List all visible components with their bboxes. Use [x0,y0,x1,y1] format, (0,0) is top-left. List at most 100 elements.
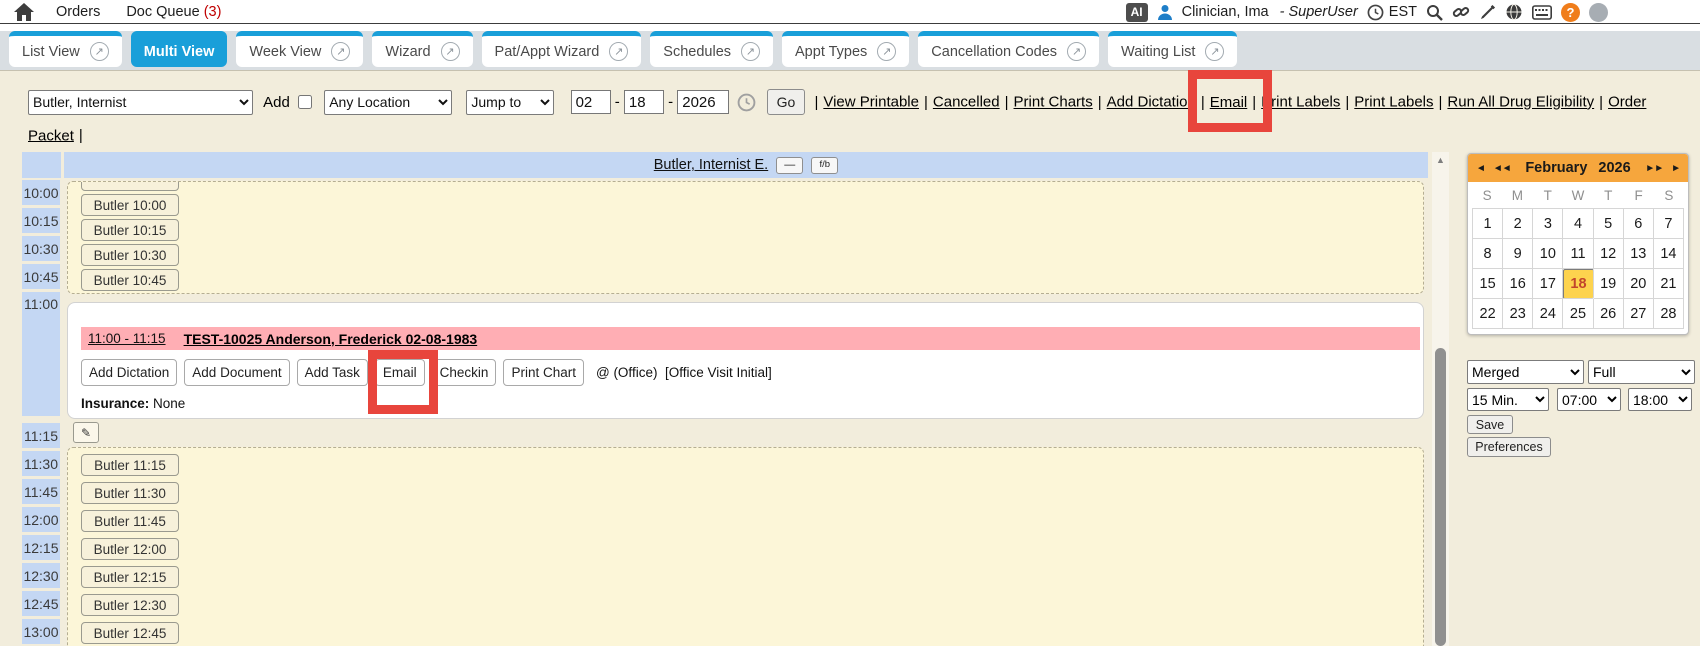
calendar-day[interactable]: 16 [1503,269,1533,299]
slot-button[interactable]: Butler 10:45 [81,269,179,291]
view-mode-select[interactable]: Merged [1467,360,1584,384]
calendar-day[interactable]: 20 [1624,269,1654,299]
edit-slot-button[interactable]: ✎ [73,422,99,443]
help-icon[interactable]: ? [1561,3,1580,22]
external-link-icon[interactable]: ↗ [1205,42,1224,61]
calendar-day[interactable]: 1 [1473,209,1503,239]
calendar-day[interactable]: 24 [1533,299,1563,329]
link-cancelled[interactable]: Cancelled [933,94,1000,111]
day-start-select[interactable]: 07:00 [1557,388,1621,411]
calendar-day[interactable]: 11 [1563,239,1593,269]
external-link-icon[interactable]: ↗ [877,42,896,61]
link-icon[interactable] [1452,3,1470,21]
interval-select[interactable]: 15 Min. [1467,388,1549,411]
slot-button[interactable]: Butler 12:45 [81,622,179,644]
calendar-day[interactable]: 28 [1654,299,1684,329]
provider-column-link[interactable]: Butler, Internist E. [654,157,768,173]
tab-wizard[interactable]: Wizard ↗ [372,31,472,67]
calendar-day[interactable]: 3 [1533,209,1563,239]
go-button[interactable]: Go [767,89,806,115]
tab-waiting-list[interactable]: Waiting List ↗ [1108,31,1237,67]
calendar-day[interactable]: 23 [1503,299,1533,329]
add-task-button[interactable]: Add Task [297,359,368,386]
calendar-day[interactable]: 5 [1594,209,1624,239]
calendar-day[interactable]: 27 [1624,299,1654,329]
nav-doc-queue[interactable]: Doc Queue (3) [126,4,221,20]
calendar-day[interactable]: 9 [1503,239,1533,269]
tab-cancellation-codes[interactable]: Cancellation Codes ↗ [918,31,1099,67]
calendar-day[interactable]: 14 [1654,239,1684,269]
calendar-day-selected[interactable]: 18 [1563,269,1593,299]
home-icon[interactable] [14,3,34,21]
external-link-icon[interactable]: ↗ [331,42,350,61]
nav-orders[interactable]: Orders [56,4,100,20]
tab-appt-types[interactable]: Appt Types ↗ [782,31,909,67]
link-email[interactable]: Email [1210,94,1248,111]
slot-button[interactable]: Butler 12:00 [81,538,179,560]
calendar-day[interactable]: 26 [1594,299,1624,329]
calendar-day[interactable]: 6 [1624,209,1654,239]
link-print-labels-2[interactable]: Print Labels [1354,94,1433,111]
external-link-icon[interactable]: ↗ [90,42,109,61]
collapse-column-button[interactable]: — [776,157,803,174]
external-link-icon[interactable]: ↗ [1067,42,1086,61]
link-print-charts[interactable]: Print Charts [1014,94,1093,111]
globe-icon[interactable] [1505,3,1523,21]
appointment-time-link[interactable]: 11:00 - 11:15 [88,331,166,346]
calendar-day[interactable]: 21 [1654,269,1684,299]
clock-icon[interactable] [737,93,756,112]
profile-circle-icon[interactable] [1589,3,1608,22]
jump-to-select[interactable]: Jump to [466,90,554,115]
link-view-printable[interactable]: View Printable [823,94,919,111]
patient-link[interactable]: TEST-10025 Anderson, Frederick 02-08-198… [184,331,478,347]
calendar-day[interactable]: 8 [1473,239,1503,269]
link-add-dictation[interactable]: Add Dictation [1107,94,1196,111]
tab-pat-appt-wizard[interactable]: Pat/Appt Wizard ↗ [482,31,642,67]
provider-select[interactable]: Butler, Internist [28,90,253,115]
pen-icon[interactable] [1479,4,1496,21]
tab-week-view[interactable]: Week View ↗ [236,31,363,67]
link-run-all-drug-eligibility[interactable]: Run All Drug Eligibility [1447,94,1594,111]
calendar-prev-icon[interactable]: ◄ [1476,163,1485,174]
link-print-labels-1[interactable]: Print Labels [1261,94,1340,111]
calendar-day[interactable]: 7 [1654,209,1684,239]
location-select[interactable]: Any Location [324,90,452,115]
slot-button[interactable]: Butler 12:15 [81,566,179,588]
fb-button[interactable]: f/b [811,157,838,174]
add-document-button[interactable]: Add Document [184,359,289,386]
email-button[interactable]: Email [375,359,425,386]
checkin-button[interactable]: Checkin [432,359,497,386]
tab-schedules[interactable]: Schedules ↗ [650,31,773,67]
external-link-icon[interactable]: ↗ [741,42,760,61]
calendar-day[interactable]: 13 [1624,239,1654,269]
print-chart-button[interactable]: Print Chart [503,359,584,386]
calendar-day[interactable]: 17 [1533,269,1563,299]
slot-button[interactable]: Butler 11:45 [81,510,179,532]
scrollbar-track[interactable]: ▲ [1432,152,1449,646]
add-dictation-button[interactable]: Add Dictation [81,359,177,386]
calendar-day[interactable]: 12 [1594,239,1624,269]
date-year-input[interactable] [677,90,729,114]
scroll-up-arrow[interactable]: ▲ [1432,152,1449,168]
day-end-select[interactable]: 18:00 [1628,388,1692,411]
calendar-fast-next-icon[interactable]: ►► [1645,163,1663,174]
calendar-day[interactable]: 15 [1473,269,1503,299]
add-checkbox[interactable] [298,95,312,109]
external-link-icon[interactable]: ↗ [441,42,460,61]
slot-button[interactable]: Butler 10:00 [81,194,179,216]
slot-button-partial[interactable] [81,181,179,191]
preferences-button[interactable]: Preferences [1467,437,1551,457]
calendar-day[interactable]: 25 [1563,299,1593,329]
slot-button[interactable]: Butler 10:30 [81,244,179,266]
date-day-input[interactable] [624,90,664,114]
save-button[interactable]: Save [1467,415,1513,434]
slot-button[interactable]: Butler 11:15 [81,454,179,476]
calendar-next-icon[interactable]: ► [1671,163,1680,174]
external-link-icon[interactable]: ↗ [609,42,628,61]
calendar-fast-prev-icon[interactable]: ◄◄ [1493,163,1511,174]
date-month-input[interactable] [571,90,611,114]
calendar-day[interactable]: 4 [1563,209,1593,239]
calendar-day[interactable]: 2 [1503,209,1533,239]
search-icon[interactable] [1426,4,1443,21]
calendar-day[interactable]: 10 [1533,239,1563,269]
